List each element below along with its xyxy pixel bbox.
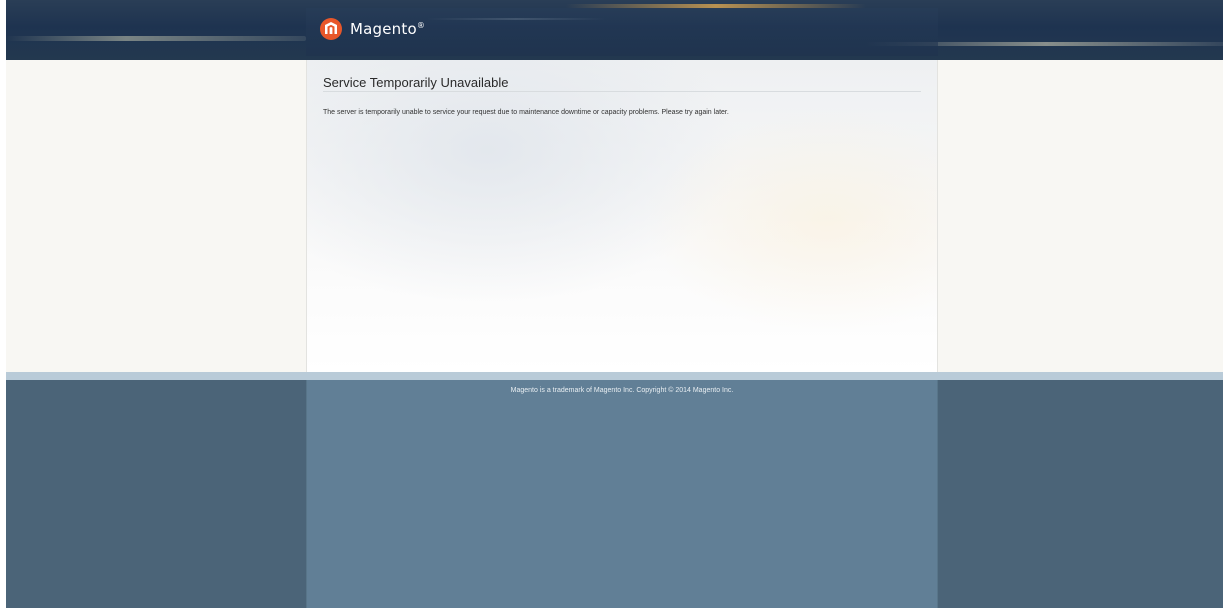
page-header [6,0,1223,60]
magento-logo-text: Magento® [350,20,426,38]
magento-logo-link[interactable]: Magento® [320,18,425,40]
magento-logo-icon [320,18,342,40]
page-title: Service Temporarily Unavailable [323,75,509,90]
footer-top-line [6,372,1223,380]
browser-viewport: Magento® Service Temporarily Unavailable… [0,0,1223,608]
header-light-streak [6,36,306,41]
maintenance-message: The server is temporarily unable to serv… [323,109,729,116]
footer-panel: Magento is a trademark of Magento Inc. C… [306,380,938,608]
footer-copyright: Magento is a trademark of Magento Inc. C… [510,387,734,394]
title-divider [323,91,921,92]
content-panel: Service Temporarily Unavailable The serv… [306,60,938,372]
